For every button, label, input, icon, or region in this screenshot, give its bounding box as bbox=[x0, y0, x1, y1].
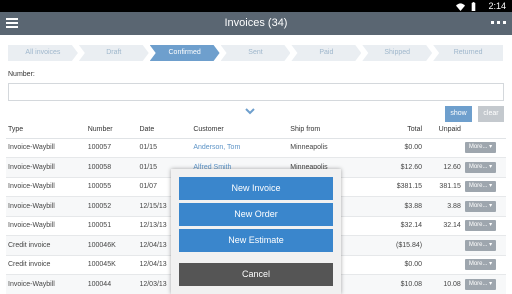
battery-icon bbox=[471, 1, 476, 11]
cell-unpaid: 12.60 bbox=[424, 157, 463, 178]
col-number[interactable]: Number bbox=[85, 122, 138, 139]
step-all-invoices[interactable]: All invoices bbox=[8, 45, 78, 61]
new-estimate-button[interactable]: New Estimate bbox=[179, 229, 333, 252]
cell-number: 100051 bbox=[85, 216, 138, 236]
cell-number: 100058 bbox=[85, 157, 138, 178]
cell-unpaid: 10.08 bbox=[424, 274, 463, 294]
cell-type: Invoice-Waybill bbox=[6, 216, 86, 236]
cell-total: $381.15 bbox=[374, 177, 425, 197]
cell-total: $3.88 bbox=[374, 196, 425, 217]
step-draft[interactable]: Draft bbox=[79, 45, 149, 61]
cell-number: 100052 bbox=[85, 196, 138, 217]
cell-unpaid: 3.88 bbox=[424, 196, 463, 217]
cell-total: $32.14 bbox=[374, 216, 425, 236]
wifi-icon bbox=[456, 2, 465, 11]
more-button[interactable]: More... ▾ bbox=[464, 181, 497, 193]
cell-type: Invoice-Waybill bbox=[6, 196, 86, 217]
col-ship-from[interactable]: Ship from bbox=[288, 122, 375, 139]
col-total[interactable]: Total bbox=[374, 122, 425, 139]
status-icons bbox=[456, 1, 478, 11]
cell-customer: Anderson, Tom bbox=[191, 138, 289, 158]
cell-type: Credit invoice bbox=[6, 235, 86, 256]
more-button[interactable]: More... ▾ bbox=[464, 200, 497, 212]
more-button[interactable]: More... ▾ bbox=[464, 278, 497, 290]
col-type[interactable]: Type bbox=[6, 122, 86, 139]
status-clock: 2:14 bbox=[488, 1, 506, 11]
col-unpaid[interactable]: Unpaid bbox=[424, 122, 463, 139]
number-label: Number: bbox=[8, 71, 35, 78]
step-returned[interactable]: Returned bbox=[433, 45, 504, 61]
cell-unpaid bbox=[424, 235, 463, 256]
step-sent[interactable]: Sent bbox=[221, 45, 291, 61]
page-title: Invoices (34) bbox=[224, 17, 288, 29]
cell-unpaid bbox=[424, 138, 463, 158]
new-invoice-button[interactable]: New Invoice bbox=[179, 177, 333, 200]
cell-number: 100057 bbox=[85, 138, 138, 158]
cell-actions: More... ▾ bbox=[462, 255, 506, 275]
cell-unpaid: 32.14 bbox=[424, 216, 463, 236]
col-customer[interactable]: Customer bbox=[191, 122, 289, 139]
new-order-button[interactable]: New Order bbox=[179, 203, 333, 226]
overflow-menu-icon[interactable] bbox=[491, 21, 506, 24]
status-steps: All invoices Draft Confirmed Sent Paid Shippe… bbox=[8, 45, 504, 61]
cell-actions: More... ▾ bbox=[462, 177, 506, 197]
cell-number: 100046K bbox=[85, 235, 138, 256]
cell-unpaid: 381.15 bbox=[424, 177, 463, 197]
cell-actions: More... ▾ bbox=[462, 216, 506, 236]
step-confirmed[interactable]: Confirmed bbox=[150, 45, 220, 61]
cell-number: 100045K bbox=[85, 255, 138, 275]
number-field[interactable] bbox=[8, 83, 504, 101]
cell-actions: More... ▾ bbox=[462, 235, 506, 256]
cell-total: $12.60 bbox=[374, 157, 425, 178]
new-document-menu: New Invoice New Order New Estimate Cance… bbox=[171, 169, 341, 294]
cell-type: Credit invoice bbox=[6, 255, 86, 275]
cell-type: Invoice-Waybill bbox=[6, 274, 86, 294]
cell-total: $0.00 bbox=[374, 138, 425, 158]
chevron-down-icon[interactable] bbox=[245, 108, 255, 115]
cell-total: $10.08 bbox=[374, 274, 425, 294]
app-bar: Invoices (34) bbox=[0, 12, 512, 35]
more-button[interactable]: More... ▾ bbox=[464, 142, 497, 154]
cell-actions: More... ▾ bbox=[462, 157, 506, 178]
customer-link[interactable]: Anderson, Tom bbox=[193, 144, 240, 151]
cell-type: Invoice-Waybill bbox=[6, 177, 86, 197]
col-date[interactable]: Date bbox=[137, 122, 192, 139]
cell-ship-from: Minneapolis bbox=[288, 138, 375, 158]
cancel-button[interactable]: Cancel bbox=[179, 263, 333, 286]
col-actions bbox=[462, 122, 506, 139]
more-button[interactable]: More... ▾ bbox=[464, 239, 497, 251]
more-button[interactable]: More... ▾ bbox=[464, 220, 497, 232]
cell-type: Invoice-Waybill bbox=[6, 138, 86, 158]
table-header-row: Type Number Date Customer Ship from Tota… bbox=[6, 122, 506, 139]
show-button[interactable]: show bbox=[445, 106, 472, 122]
cell-unpaid bbox=[424, 255, 463, 275]
cell-actions: More... ▾ bbox=[462, 138, 506, 158]
more-button[interactable]: More... ▾ bbox=[464, 161, 497, 173]
clear-button[interactable]: clear bbox=[478, 106, 504, 122]
status-bar: 2:14 bbox=[0, 0, 512, 12]
cell-number: 100055 bbox=[85, 177, 138, 197]
cell-total: $0.00 bbox=[374, 255, 425, 275]
step-paid[interactable]: Paid bbox=[291, 45, 361, 61]
cell-actions: More... ▾ bbox=[462, 274, 506, 294]
step-shipped[interactable]: Shipped bbox=[362, 45, 432, 61]
cell-total: ($15.84) bbox=[374, 235, 425, 256]
table-row[interactable]: Invoice-Waybill 100057 01/15 Anderson, Tom M… bbox=[6, 138, 506, 158]
more-button[interactable]: More... ▾ bbox=[464, 259, 497, 271]
cell-actions: More... ▾ bbox=[462, 196, 506, 217]
cell-date: 01/15 bbox=[137, 138, 192, 158]
cell-number: 100044 bbox=[85, 274, 138, 294]
cell-type: Invoice-Waybill bbox=[6, 157, 86, 178]
